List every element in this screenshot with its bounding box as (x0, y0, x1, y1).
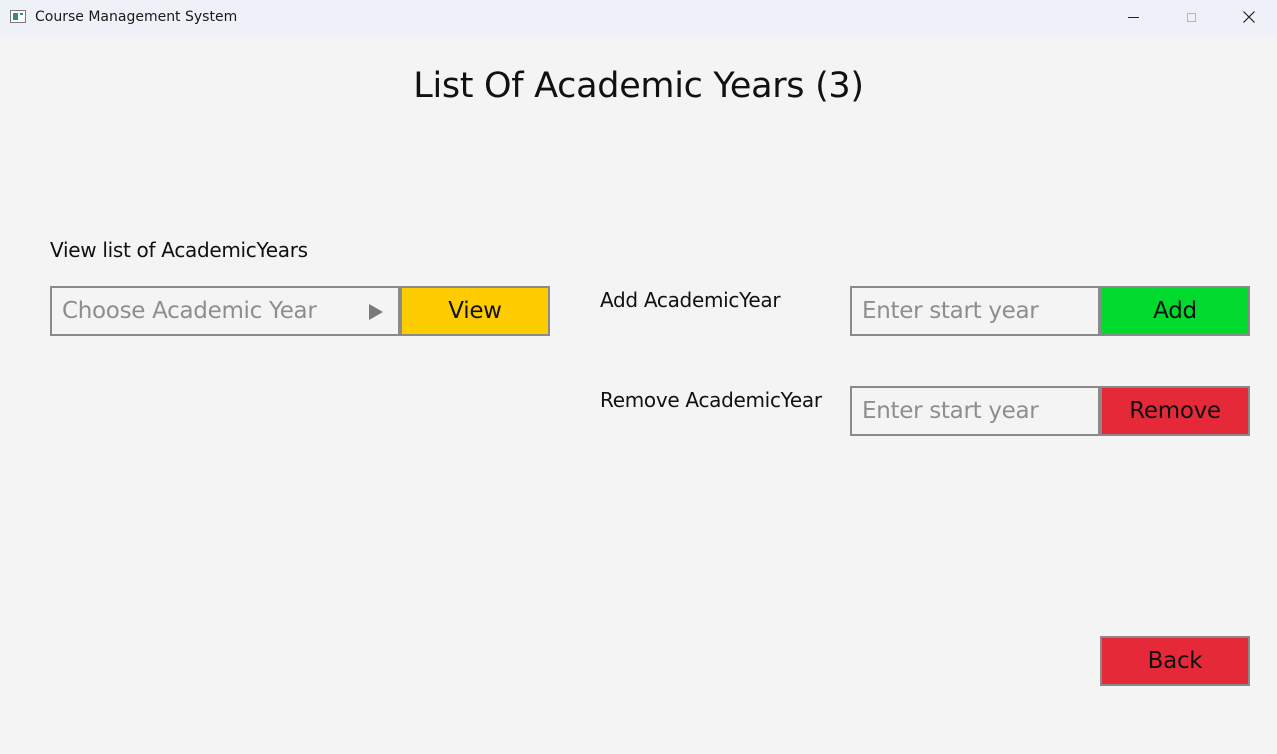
academic-year-dropdown[interactable]: Choose Academic Year (50, 286, 400, 336)
add-section-label: Add AcademicYear (600, 288, 781, 312)
close-button[interactable] (1220, 0, 1277, 34)
dropdown-placeholder: Choose Academic Year (62, 298, 317, 324)
triangle-right-icon (369, 304, 383, 320)
minimize-icon (1127, 16, 1139, 18)
app-window: Course Management System List Of Academi… (0, 0, 1277, 754)
view-section-label: View list of AcademicYears (50, 238, 308, 262)
add-button[interactable]: Add (1100, 286, 1250, 336)
close-icon (1243, 11, 1255, 23)
maximize-icon (1186, 12, 1196, 22)
maximize-button[interactable] (1162, 0, 1220, 34)
window-title: Course Management System (35, 9, 238, 25)
page-title: List Of Academic Years (3) (413, 66, 864, 106)
title-bar[interactable]: Course Management System (0, 0, 1277, 36)
remove-start-year-input[interactable] (850, 386, 1100, 436)
remove-section-label: Remove AcademicYear (600, 388, 822, 412)
add-start-year-input[interactable] (850, 286, 1100, 336)
remove-button[interactable]: Remove (1100, 386, 1250, 436)
view-button[interactable]: View (400, 286, 550, 336)
back-button[interactable]: Back (1100, 636, 1250, 686)
minimize-button[interactable] (1104, 0, 1162, 34)
app-icon (10, 10, 26, 23)
